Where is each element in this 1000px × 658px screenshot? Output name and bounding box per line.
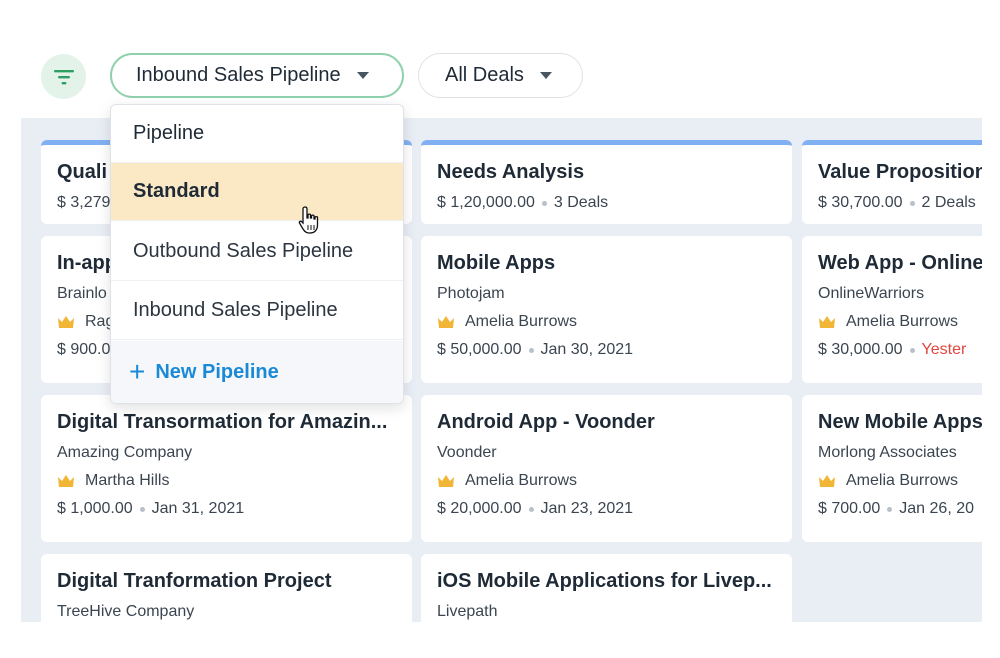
menu-item-standard[interactable]: Standard: [111, 163, 403, 221]
pipeline-dropdown-menu: Pipeline Standard Outbound Sales Pipelin…: [110, 104, 404, 404]
deal-date: Yester: [921, 341, 967, 358]
deal-company: Voonder: [437, 444, 497, 461]
deal-title: iOS Mobile Applications for Livep...: [437, 570, 772, 592]
deal-title: Web App - Online: [818, 252, 982, 274]
separator-dot: [887, 506, 893, 512]
menu-item-inbound-sales-pipeline[interactable]: Inbound Sales Pipeline: [111, 282, 403, 340]
deal-company: Amazing Company: [57, 444, 193, 461]
stage-summary: $ 1,20,000.00 3 Deals: [437, 193, 776, 213]
toolbar: Inbound Sales Pipeline All Deals: [0, 0, 1000, 118]
deal-date: Jan 31, 2021: [151, 500, 245, 517]
deal-amount: $ 1,000.00: [57, 500, 133, 517]
separator-dot: [909, 200, 915, 206]
deal-company: TreeHive Company: [57, 603, 195, 620]
deal-owner-row: Amelia Burrows: [818, 471, 982, 491]
chevron-down-icon: [356, 72, 369, 79]
view-selector-label: All Deals: [445, 64, 524, 86]
deal-company: OnlineWarriors: [818, 285, 925, 302]
stage-amount: $ 3,279: [57, 194, 111, 211]
deal-meta: $ 20,000.00 Jan 23, 2021: [437, 499, 776, 519]
deal-title: Digital Tranformation Project: [57, 570, 332, 592]
filter-button[interactable]: [41, 54, 86, 99]
deal-meta: $ 1,000.00 Jan 31, 2021: [57, 499, 396, 519]
deal-date: Jan 26, 20: [899, 500, 975, 517]
deal-meta: $ 50,000.00 Jan 30, 2021: [437, 340, 776, 360]
column-header-value-proposition[interactable]: Value Proposition $ 30,700.00 2 Deals: [802, 140, 982, 224]
new-pipeline-label: New Pipeline: [155, 360, 279, 383]
deal-owner: Amelia Burrows: [846, 472, 959, 489]
crown-icon: [58, 316, 74, 328]
deal-card[interactable]: Digital Tranformation Project TreeHive C…: [41, 554, 412, 622]
deal-amount: $ 50,000.00: [437, 341, 522, 358]
stage-amount: $ 30,700.00: [818, 194, 903, 211]
deal-meta: $ 700.00 Jan 26, 20: [818, 499, 982, 519]
new-pipeline-button[interactable]: + New Pipeline: [111, 341, 403, 403]
deal-owner-row: Martha Hills: [57, 471, 396, 491]
plus-icon: +: [129, 356, 146, 387]
deal-title: Digital Transormation for Amazin...: [57, 411, 388, 433]
stage-summary: $ 30,700.00 2 Deals: [818, 193, 982, 213]
deal-company: Photojam: [437, 285, 505, 302]
deal-owner-row: Amelia Burrows: [437, 471, 776, 491]
separator-dot: [139, 506, 145, 512]
separator-dot: [909, 347, 915, 353]
deal-card[interactable]: Web App - Online OnlineWarriors Amelia B…: [802, 236, 982, 383]
crown-icon: [438, 316, 454, 328]
deal-owner: Amelia Burrows: [465, 472, 578, 489]
deal-owner: Martha Hills: [85, 472, 170, 489]
deal-company: Livepath: [437, 603, 498, 620]
column-header-needs-analysis[interactable]: Needs Analysis $ 1,20,000.00 3 Deals: [421, 140, 792, 224]
deal-card[interactable]: Mobile Apps Photojam Amelia Burrows $ 50…: [421, 236, 792, 383]
crown-icon: [58, 475, 74, 487]
deal-amount: $ 900.0: [57, 341, 111, 358]
deal-owner: Amelia Burrows: [846, 313, 959, 330]
deal-amount: $ 700.00: [818, 500, 881, 517]
crown-icon: [438, 475, 454, 487]
menu-item-outbound-sales-pipeline[interactable]: Outbound Sales Pipeline: [111, 223, 403, 281]
deal-owner: Amelia Burrows: [465, 313, 578, 330]
deal-owner-row: Amelia Burrows: [818, 312, 982, 332]
deal-title: Mobile Apps: [437, 252, 556, 274]
deal-date: Jan 23, 2021: [540, 500, 634, 517]
crown-icon: [819, 316, 835, 328]
separator-dot: [528, 506, 534, 512]
deal-amount: $ 20,000.00: [437, 500, 522, 517]
chevron-down-icon: [539, 72, 552, 79]
deal-meta: $ 30,000.00 Yester: [818, 340, 982, 360]
deal-card[interactable]: New Mobile Apps Morlong Associates Ameli…: [802, 395, 982, 542]
deal-date: Jan 30, 2021: [540, 341, 634, 358]
separator-dot: [541, 200, 547, 206]
pipeline-selector[interactable]: Inbound Sales Pipeline: [110, 53, 404, 98]
deal-card[interactable]: Digital Transormation for Amazin... Amaz…: [41, 395, 412, 542]
dropdown-header-pipeline: Pipeline: [111, 105, 403, 163]
deal-title: Android App - Voonder: [437, 411, 655, 433]
filter-icon: [53, 69, 74, 84]
deal-card[interactable]: iOS Mobile Applications for Livep... Liv…: [421, 554, 792, 622]
pipeline-selector-label: Inbound Sales Pipeline: [136, 64, 341, 86]
stage-deal-count: 3 Deals: [553, 194, 609, 211]
view-selector[interactable]: All Deals: [418, 53, 583, 98]
stage-amount: $ 1,20,000.00: [437, 194, 535, 211]
stage-name: Value Proposition: [818, 161, 982, 183]
deal-owner-row: Amelia Burrows: [437, 312, 776, 332]
deal-card[interactable]: Android App - Voonder Voonder Amelia Bur…: [421, 395, 792, 542]
crown-icon: [819, 475, 835, 487]
separator-dot: [528, 347, 534, 353]
deal-title: New Mobile Apps: [818, 411, 982, 433]
deal-company: Morlong Associates: [818, 444, 957, 461]
stage-name: Needs Analysis: [437, 161, 585, 183]
stage-deal-count: 2 Deals: [921, 194, 976, 211]
deal-amount: $ 30,000.00: [818, 341, 903, 358]
hand-cursor-icon: [298, 206, 319, 234]
